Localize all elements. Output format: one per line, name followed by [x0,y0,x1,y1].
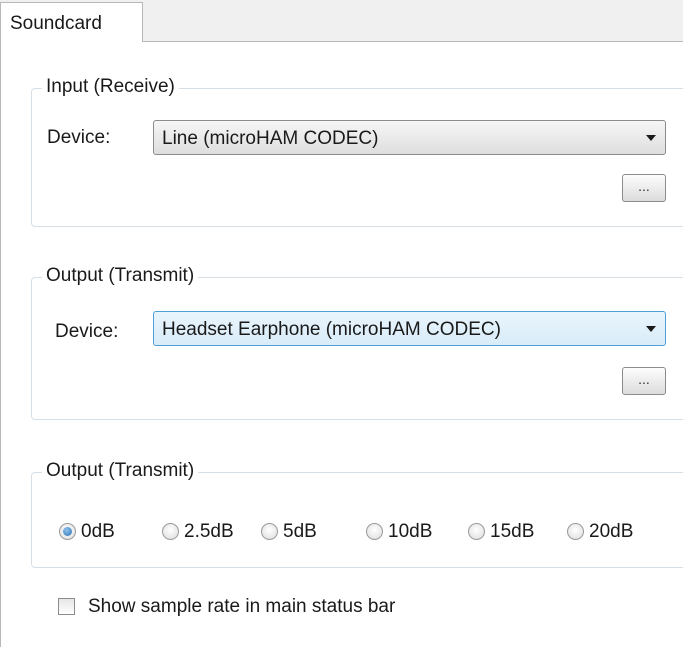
radio-10db-label: 10dB [388,521,433,542]
output-group-title: Output (Transmit) [42,265,199,287]
chevron-down-icon [646,326,656,332]
input-device-value: Line (microHAM CODEC) [162,128,379,149]
chevron-down-icon [646,135,656,141]
output-transmit-group: Output (Transmit) [31,265,683,420]
output-device-value: Headset Earphone (microHAM CODEC) [162,319,501,340]
radio-15db-label: 15dB [490,521,535,542]
radio-2-5db-indicator [162,523,179,540]
tab-strip: Soundcard [0,0,683,42]
radio-5db-indicator [261,523,278,540]
radio-2-5db-label: 2.5dB [184,521,234,542]
sample-rate-checkbox-label[interactable]: Show sample rate in main status bar [88,596,395,618]
radio-0db-label: 0dB [81,521,115,542]
output-device-dropdown[interactable]: Headset Earphone (microHAM CODEC) [153,311,666,346]
input-group-title: Input (Receive) [42,76,179,98]
tab-soundcard-label: Soundcard [10,13,102,34]
input-device-dropdown[interactable]: Line (microHAM CODEC) [153,120,666,155]
radio-5db-label: 5dB [283,521,317,542]
output-browse-label: ... [638,371,650,387]
input-device-browse-button[interactable]: ... [622,174,666,202]
radio-10db-indicator [366,523,383,540]
radio-20db-label: 20dB [589,521,634,542]
radio-0db-indicator [59,523,76,540]
panel-border [0,42,1,647]
tab-soundcard[interactable]: Soundcard [0,2,143,42]
output-device-browse-button[interactable]: ... [622,367,666,395]
input-browse-label: ... [638,178,650,194]
input-device-label: Device: [47,127,111,148]
radio-20db-indicator [567,523,584,540]
output-level-title: Output (Transmit) [42,460,199,482]
output-device-label: Device: [55,321,119,342]
output-level-group: Output (Transmit) [31,460,683,568]
radio-15db-indicator [468,523,485,540]
sample-rate-checkbox[interactable] [58,598,75,615]
input-receive-group: Input (Receive) [31,76,683,227]
tab-strip-divider [142,41,683,42]
